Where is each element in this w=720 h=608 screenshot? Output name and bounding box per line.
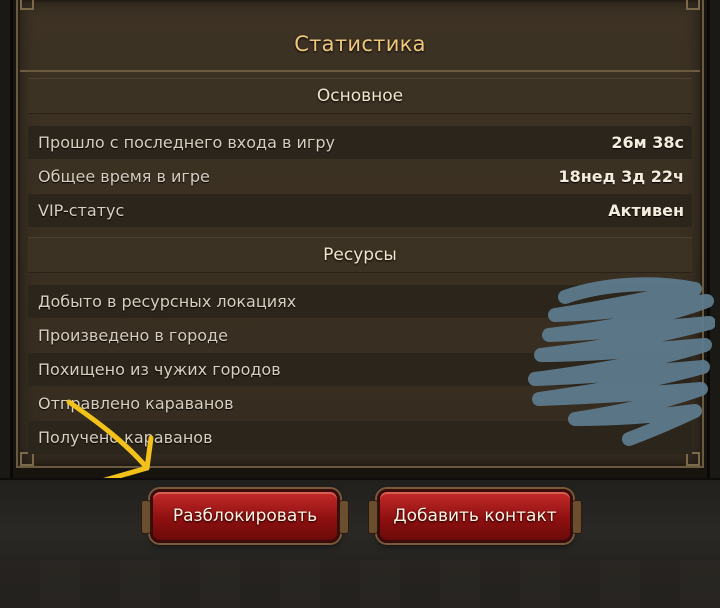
stat-label: Общее время в игре <box>38 167 210 186</box>
frame-corner-tr <box>686 0 700 10</box>
window-title: Статистика <box>294 32 426 56</box>
stat-label: Добыто в ресурсных локациях <box>38 292 297 311</box>
bottom-ornament <box>0 560 720 608</box>
button-cap-right <box>339 500 349 534</box>
stat-value: Активен <box>608 201 684 220</box>
button-cap-left <box>141 500 151 534</box>
section-main-header: Основное <box>28 78 692 114</box>
frame-corner-tl <box>20 0 34 10</box>
stat-row: VIP-статус Активен <box>28 194 692 227</box>
unblock-button-label: Разблокировать <box>172 506 318 526</box>
section-main-title: Основное <box>316 86 404 106</box>
stat-value: 18нед 3д 22ч <box>558 167 684 186</box>
section-resources-header: Ресурсы <box>28 237 692 273</box>
add-contact-button-label: Добавить контакт <box>393 506 557 526</box>
stat-label: Произведено в городе <box>38 326 228 345</box>
add-contact-button[interactable]: Добавить контакт <box>368 489 582 543</box>
frame-corner-bl <box>20 452 34 466</box>
censor-scribble-icon <box>528 277 715 446</box>
stat-row: Прошло с последнего входа в игру 26м 38с <box>28 126 692 159</box>
unblock-button[interactable]: Разблокировать <box>141 489 349 543</box>
section-resources-title: Ресурсы <box>323 245 397 265</box>
title-bar: Статистика <box>20 18 700 72</box>
button-cap-right <box>572 500 582 534</box>
stat-label: Прошло с последнего входа в игру <box>38 133 335 152</box>
stat-label: Похищено из чужих городов <box>38 360 281 379</box>
stat-label: VIP-статус <box>38 201 125 220</box>
frame-corner-br <box>686 452 700 466</box>
button-cap-left <box>368 500 378 534</box>
stats-window: Статистика Основное Прошло с последнего … <box>0 0 720 608</box>
stat-row: Общее время в игре 18нед 3д 22ч <box>28 160 692 193</box>
stat-value: 26м 38с <box>611 133 684 152</box>
